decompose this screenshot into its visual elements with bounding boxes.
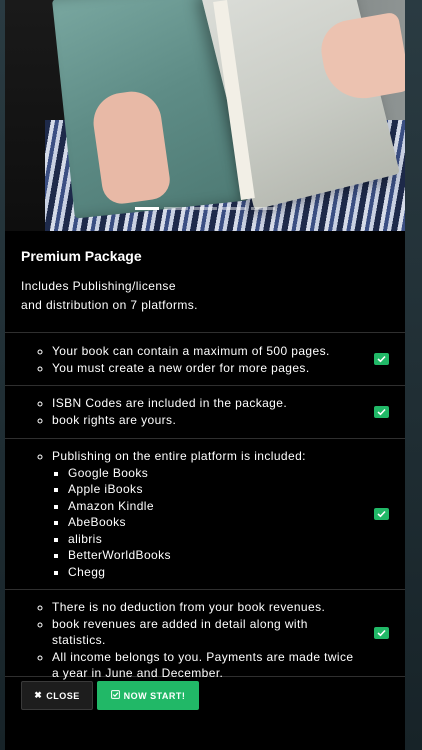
feature-bullets: Publishing on the entire platform is inc…	[5, 448, 405, 580]
platform-item: Apple iBooks	[68, 481, 355, 498]
carousel-dot-3[interactable]	[193, 207, 217, 210]
close-button[interactable]: ✖ CLOSE	[21, 681, 93, 710]
check-square-icon	[110, 690, 120, 701]
carousel-dot-2[interactable]	[164, 207, 188, 210]
feature-item: All income belongs to you. Payments are …	[52, 649, 355, 682]
package-title: Premium Package	[21, 248, 142, 264]
feature-item: Publishing on the entire platform is inc…	[52, 448, 355, 580]
feature-row-isbn: ISBN Codes are included in the package. …	[5, 386, 405, 439]
feature-item: book revenues are added in detail along …	[52, 616, 355, 649]
platform-item: AbeBooks	[68, 514, 355, 531]
package-description: Includes Publishing/license and distribu…	[21, 279, 198, 312]
platform-item: alibris	[68, 531, 355, 548]
feature-item: You must create a new order for more pag…	[52, 360, 355, 377]
modal-footer: ✖ CLOSE NOW START!	[21, 681, 199, 710]
check-icon	[374, 508, 389, 520]
platform-item: Google Books	[68, 465, 355, 482]
feature-item: book rights are yours.	[52, 412, 355, 429]
feature-bullets: There is no deduction from your book rev…	[5, 599, 405, 682]
feature-list: Your book can contain a maximum of 500 p…	[5, 332, 405, 680]
check-icon	[374, 627, 389, 639]
feature-item: Your book can contain a maximum of 500 p…	[52, 343, 355, 360]
platform-item: Amazon Kindle	[68, 498, 355, 515]
feature-row-revenue: There is no deduction from your book rev…	[5, 590, 405, 680]
check-icon	[374, 353, 389, 365]
times-icon: ✖	[34, 690, 43, 700]
platform-item: Chegg	[68, 564, 355, 581]
feature-item: There is no deduction from your book rev…	[52, 599, 355, 616]
carousel-dot-4[interactable]	[222, 207, 246, 210]
now-start-button[interactable]: NOW START!	[97, 681, 199, 710]
feature-row-pages: Your book can contain a maximum of 500 p…	[5, 333, 405, 386]
hero-carousel[interactable]	[5, 0, 405, 231]
platform-list: Google Books Apple iBooks Amazon Kindle …	[52, 465, 355, 581]
close-button-label: CLOSE	[46, 690, 80, 701]
feature-item: ISBN Codes are included in the package.	[52, 395, 355, 412]
feature-bullets: Your book can contain a maximum of 500 p…	[5, 343, 405, 376]
now-start-button-label: NOW START!	[123, 690, 186, 701]
carousel-dot-1[interactable]	[135, 207, 159, 210]
package-header: Premium Package Includes Publishing/lice…	[5, 231, 405, 332]
carousel-indicators	[135, 207, 275, 210]
feature-bullets: ISBN Codes are included in the package. …	[5, 395, 405, 428]
feature-row-platforms: Publishing on the entire platform is inc…	[5, 439, 405, 590]
package-modal: Premium Package Includes Publishing/lice…	[5, 0, 405, 750]
feature-item-text: Publishing on the entire platform is inc…	[52, 449, 306, 463]
check-icon	[374, 406, 389, 418]
platform-item: BetterWorldBooks	[68, 547, 355, 564]
carousel-dot-5[interactable]	[251, 207, 275, 210]
